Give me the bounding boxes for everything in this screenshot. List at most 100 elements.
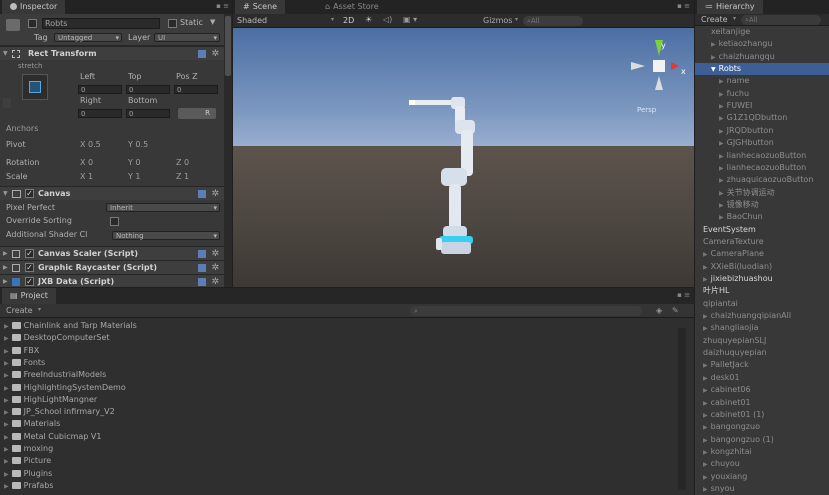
canvas-scaler-checkbox[interactable]: ✓ [25, 249, 34, 258]
foldout-arrow-icon[interactable]: ▼ [3, 47, 8, 61]
foldout-arrow-icon[interactable]: ▶ [703, 412, 708, 419]
hierarchy-item[interactable]: ▶ zhuaquicaozuoButton [695, 174, 813, 186]
gear-icon[interactable]: ✲ [211, 275, 219, 287]
canvas-enabled-checkbox[interactable]: ✓ [25, 189, 34, 198]
posz-field[interactable]: 0 [174, 85, 218, 94]
project-folder-item[interactable]: ▶ Picture [4, 455, 51, 467]
hierarchy-item[interactable]: qipiantai [695, 298, 738, 310]
project-folder-item[interactable]: ▶ moxing [4, 443, 53, 455]
hierarchy-item[interactable]: ▶ name [695, 75, 749, 87]
hierarchy-item[interactable]: ▶ chaizhuangqipianAll [695, 310, 791, 322]
project-folder-item[interactable]: ▶ FBX [4, 345, 39, 357]
gear-icon[interactable]: ✲ [211, 261, 219, 275]
tag-dropdown[interactable]: Untagged [54, 33, 122, 42]
project-search-input[interactable]: ⌕ [410, 306, 642, 316]
hierarchy-item[interactable]: ▶ 镜像移动 [695, 199, 759, 211]
hierarchy-item[interactable]: ▶ ketiaozhangu [695, 38, 772, 50]
hierarchy-create-dropdown[interactable]: Create [701, 15, 728, 24]
foldout-arrow-icon[interactable]: ▶ [719, 91, 724, 98]
layer-dropdown[interactable]: UI [154, 33, 220, 42]
tab-asset-store[interactable]: ⌂ Asset Store [317, 0, 387, 14]
foldout-arrow-icon[interactable]: ▶ [719, 165, 724, 172]
hierarchy-item[interactable]: ▶ shangliaojia [695, 322, 759, 334]
hierarchy-item[interactable]: ▶ G1Z1QDbutton [695, 112, 787, 124]
hierarchy-item[interactable]: ▶ jixiebizhuashou [695, 273, 773, 285]
foldout-arrow-icon[interactable]: ▶ [703, 375, 708, 382]
robot-arm[interactable] [403, 88, 513, 268]
tab-scene[interactable]: # Scene [235, 0, 286, 14]
foldout-arrow-icon[interactable]: ▶ [703, 474, 708, 481]
shader-channels-dropdown[interactable]: Nothing [112, 231, 220, 240]
project-folder-item[interactable]: ▶ Chainlink and Tarp Materials [4, 320, 137, 332]
gizmo-center[interactable] [653, 60, 665, 72]
left-field[interactable]: 0 [78, 85, 122, 94]
foldout-arrow-icon[interactable]: ▶ [4, 421, 9, 428]
rect-transform-header[interactable]: ▼ Rect Transform ✲ [0, 46, 224, 60]
hierarchy-item[interactable]: ▶ GJGHbutton [695, 137, 774, 149]
hierarchy-item[interactable]: ▶ cabinet01 [695, 397, 751, 409]
foldout-arrow-icon[interactable]: ▶ [4, 409, 9, 416]
foldout-arrow-icon[interactable]: ▶ [703, 449, 708, 456]
foldout-arrow-icon[interactable]: ▶ [4, 348, 9, 355]
canvas-scaler-header[interactable]: ▶ ✓ Canvas Scaler (Script) ✲ [0, 246, 224, 260]
foldout-arrow-icon[interactable]: ▶ [703, 325, 708, 332]
gear-icon[interactable]: ✲ [211, 247, 219, 261]
foldout-arrow-icon[interactable]: ▶ [4, 372, 9, 379]
foldout-arrow-icon[interactable]: ▶ [703, 251, 708, 258]
foldout-expanded-icon[interactable]: ▼ [711, 66, 716, 73]
hierarchy-item[interactable]: ▶ youxiang [695, 471, 747, 483]
project-folder-item[interactable]: ▶ Prafabs [4, 480, 53, 492]
hierarchy-item[interactable]: ▶ BaoChun [695, 211, 763, 223]
inspector-scrollbar[interactable] [224, 14, 232, 287]
foldout-arrow-icon[interactable]: ▶ [719, 103, 724, 110]
help-book-icon[interactable] [198, 250, 206, 258]
inspector-scroll-thumb[interactable] [225, 16, 231, 76]
panel-menu-icon[interactable]: ▪ ≡ [216, 2, 229, 10]
gizmo-neg-y[interactable] [655, 76, 663, 90]
hierarchy-item[interactable]: ▶ fuchu [695, 88, 749, 100]
project-folder-item[interactable]: ▶ DesktopComputerSet [4, 332, 110, 344]
foldout-arrow-icon[interactable]: ▶ [4, 471, 9, 478]
foldout-arrow-icon[interactable]: ▶ [4, 434, 9, 441]
scale-z[interactable]: Z 1 [176, 172, 189, 181]
hierarchy-item[interactable]: ▶ 关节协调运动 [695, 187, 775, 199]
hierarchy-item[interactable]: ▶ desk01 [695, 372, 740, 384]
hierarchy-item[interactable]: ▶ JRQDbutton [695, 125, 773, 137]
hierarchy-item[interactable]: ▶ cabinet06 [695, 384, 751, 396]
foldout-arrow-icon[interactable]: ▶ [703, 424, 708, 431]
hierarchy-search-input[interactable]: ⌕All [741, 15, 821, 25]
orientation-gizmo[interactable]: y x [629, 36, 689, 96]
project-folder-item[interactable]: ▶ HighlightingSystemDemo [4, 382, 126, 394]
rotation-x[interactable]: X 0 [80, 158, 93, 167]
foldout-arrow-icon[interactable]: ▶ [703, 437, 708, 444]
tab-hierarchy[interactable]: ≔ Hierarchy [697, 0, 763, 14]
hierarchy-item[interactable]: ▶ snyou [695, 483, 735, 495]
hierarchy-item[interactable]: ▶ kongzhitai [695, 446, 752, 458]
foldout-arrow-icon[interactable]: ▶ [4, 483, 9, 490]
foldout-arrow-icon[interactable]: ▶ [4, 335, 9, 342]
foldout-arrow-icon[interactable]: ▶ [3, 247, 8, 261]
foldout-arrow-icon[interactable]: ▼ [3, 187, 8, 201]
project-divider[interactable] [678, 328, 686, 490]
hierarchy-item[interactable]: ▼ Robts [695, 63, 829, 76]
rotation-z[interactable]: Z 0 [176, 158, 189, 167]
panel-menu-icon[interactable]: ▪ ≡ [677, 291, 690, 299]
jxb-data-header[interactable]: ▶ ✓ JXB Data (Script) ✲ [0, 274, 224, 287]
foldout-arrow-icon[interactable]: ▶ [719, 128, 724, 135]
foldout-arrow-icon[interactable]: ▶ [3, 261, 8, 275]
effects-toggle-icon[interactable]: ▣ ▾ [403, 15, 417, 24]
persp-label[interactable]: Persp [637, 106, 656, 114]
hierarchy-item[interactable]: ▶ bangongzuo [695, 421, 760, 433]
gear-icon[interactable]: ✲ [211, 47, 219, 61]
help-book-icon[interactable] [198, 264, 206, 272]
foldout-arrow-icon[interactable]: ▶ [3, 275, 8, 287]
static-checkbox[interactable] [168, 19, 177, 28]
foldout-arrow-icon[interactable]: ▶ [4, 385, 9, 392]
hierarchy-item[interactable]: ▶ FUWEI [695, 100, 752, 112]
pivot-x[interactable]: X 0.5 [80, 140, 101, 149]
foldout-arrow-icon[interactable]: ▶ [719, 202, 724, 209]
hierarchy-item[interactable]: xeitanjige [695, 26, 750, 38]
hierarchy-item[interactable]: ▶ lianhecaozuoButton [695, 162, 806, 174]
anchor-preset-button[interactable] [22, 74, 48, 100]
project-folder-item[interactable]: ▶ Fonts [4, 357, 45, 369]
